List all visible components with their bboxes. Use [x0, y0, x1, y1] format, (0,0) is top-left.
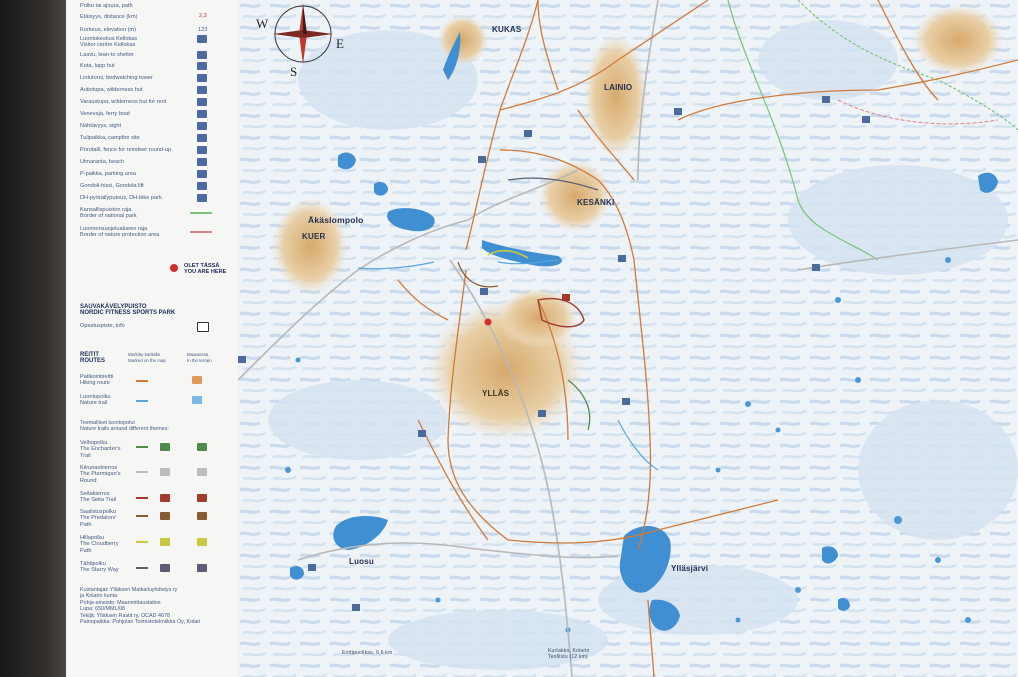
themed-title: Teemalliset luontopolut Nature trails ar…: [80, 420, 169, 433]
place-luosu: Luosu: [349, 557, 374, 566]
legend-row: Etäisyys, distance (km): [80, 14, 138, 20]
themed-trail-terrain-icon: [197, 564, 207, 572]
themed-trail-map-icon: [160, 538, 170, 546]
compass-west: W: [256, 16, 269, 31]
legend-symbol-icon: [197, 98, 207, 106]
themed-trail-label: Hillapolku The Cloudberry Path: [80, 535, 119, 554]
legend-row: Tulipaikka, campfire site: [80, 135, 140, 141]
legend-symbol-icon: [197, 182, 207, 190]
themed-trail-label: Kiirunankierros The Ptarmigan's Round: [80, 465, 121, 484]
place-kuer: KUER: [302, 232, 326, 241]
themed-trail-map-icon: [160, 468, 170, 476]
themed-trail-map-icon: [160, 443, 170, 451]
themed-trail-terrain-icon: [197, 538, 207, 546]
info-icon: [197, 322, 209, 332]
legend-symbol-icon: [197, 134, 207, 142]
you-are-here-marker: [170, 264, 178, 272]
legend-row: Kansallispuiston raja Border of national…: [80, 207, 137, 220]
place-kukas: KUKAS: [492, 25, 522, 34]
themed-trail-swatch: [136, 567, 148, 569]
legend-row: Varaustupa, wilderness hut for rent: [80, 99, 167, 105]
compass-rose: W E S: [256, 0, 344, 80]
themed-trail-swatch: [136, 541, 148, 543]
legend-row: Lintutorni, birdwatching tower: [80, 75, 153, 81]
legend-symbol-icon: [197, 51, 207, 59]
themed-trail-map-icon: [160, 564, 170, 572]
routes-marked-terrain: Maastossa In the terrain: [187, 352, 212, 364]
compass-east: E: [336, 36, 344, 51]
legend-symbol-icon: [197, 110, 207, 118]
compass-icon: [273, 4, 333, 64]
place-kolari: Kurtakko, Kolarin Teollistu (12 km): [548, 648, 590, 660]
legend-row: Luontokeskus Kellokas Visitor centre Kel…: [80, 36, 138, 49]
legend-symbol-icon: [197, 86, 207, 94]
themed-trail-label: Saalistuspolku The Predators' Path: [80, 509, 117, 528]
legend-row: Korkeus, elevation (m): [80, 27, 136, 33]
legend-symbol-icon: [197, 170, 207, 178]
legend-panel: Polku tai ajoura, path Etäisyys, distance…: [66, 0, 238, 677]
legend-row: Gondoli-hissi, Gondola lift: [80, 183, 144, 189]
legend-symbol-icon: [197, 158, 207, 166]
you-are-here-label: OLET TÄSSÄ YOU ARE HERE: [184, 263, 227, 275]
legend-symbol-icon: [197, 35, 207, 43]
you-are-here-map: [484, 318, 492, 326]
themed-trail-swatch: [136, 446, 148, 448]
info-point-label: Opastuspiste, info: [80, 323, 125, 329]
terrain-map: [238, 0, 1018, 677]
legend-symbol-icon: [197, 122, 207, 130]
legend-row: Luonnonsuojelualueen raja Border of natu…: [80, 226, 160, 239]
themed-trail-map-icon: [160, 494, 170, 502]
legend-row: Kota, lapp hut: [80, 63, 115, 69]
publisher-info: Kustantajat: Ylläksen Matkailuyhdistys r…: [80, 587, 201, 626]
elevation-value: 123: [198, 27, 208, 33]
place-yllas: YLLÄS: [482, 389, 510, 398]
legend-row: Venevaja, ferry boat: [80, 111, 130, 117]
place-kesanki: KESÄNKI: [577, 198, 615, 207]
legend-row: Nähtävyys, sight: [80, 123, 122, 129]
map-area: [238, 0, 1018, 677]
themed-trail-swatch: [136, 497, 148, 499]
legend-row: P-paikka, parking area: [80, 171, 136, 177]
routes-marked-map: Merkitty karttalla Marked on the map: [128, 352, 166, 364]
themed-trail-terrain-icon: [197, 468, 207, 476]
place-yllasjarvi: Ylläsjärvi: [671, 564, 709, 573]
legend-row: Porotalli, fence for reindeer round-up: [80, 147, 172, 153]
route-hiking-label: Patikointireitti Hiking route: [80, 374, 114, 387]
themed-trail-label: Seitakierros The Seita Trail: [80, 491, 117, 504]
distance-value: 2,3: [199, 13, 207, 19]
legend-row: Uimaranta, beach: [80, 159, 125, 165]
themed-trail-swatch: [136, 515, 148, 517]
themed-trail-swatch: [136, 471, 148, 473]
themed-trail-label: Velhopolku The Enchanter's Trail: [80, 440, 121, 459]
legend-row: Laavu, lean-to shelter: [80, 52, 134, 58]
map-board: Polku tai ajoura, path Etäisyys, distance…: [0, 0, 1018, 677]
park-title: SAUVAKÄVELYPUISTO NORDIC FITNESS SPORTS …: [80, 304, 176, 317]
legend-row: DH-pyöräilyputous, DH-bike park: [80, 195, 162, 201]
route-nature-swatch: [136, 400, 148, 402]
routes-title: REITIT ROUTES: [80, 352, 106, 365]
legend-symbol-icon: [197, 194, 207, 202]
legend-row: Autiotupa, wilderness hut: [80, 87, 143, 93]
legend-symbol-icon: [197, 74, 207, 82]
legend-row: Polku tai ajoura, path: [80, 3, 133, 9]
themed-trail-terrain-icon: [197, 494, 207, 502]
themed-trail-label: Tähtipolku The Starry Way: [80, 561, 119, 574]
route-nature-label: Luontopolku Nature trail: [80, 394, 111, 407]
themed-trail-terrain-icon: [197, 443, 207, 451]
legend-symbol-icon: [197, 62, 207, 70]
place-akaslompolo: Äkäslompolo: [308, 215, 364, 225]
border-swatch: [190, 212, 212, 214]
route-hiking-swatch: [136, 380, 148, 382]
compass-south: S: [290, 64, 298, 79]
themed-trail-map-icon: [160, 512, 170, 520]
route-nature-terrain-icon: [192, 396, 202, 404]
legend-symbol-icon: [197, 146, 207, 154]
place-enttipuoli: Enttipuolikas, 6,6 km: [342, 650, 393, 656]
place-lainio: LAINIO: [604, 83, 633, 92]
border-swatch: [190, 231, 212, 233]
themed-trail-terrain-icon: [197, 512, 207, 520]
route-hiking-terrain-icon: [192, 376, 202, 384]
board-frame: [0, 0, 66, 677]
